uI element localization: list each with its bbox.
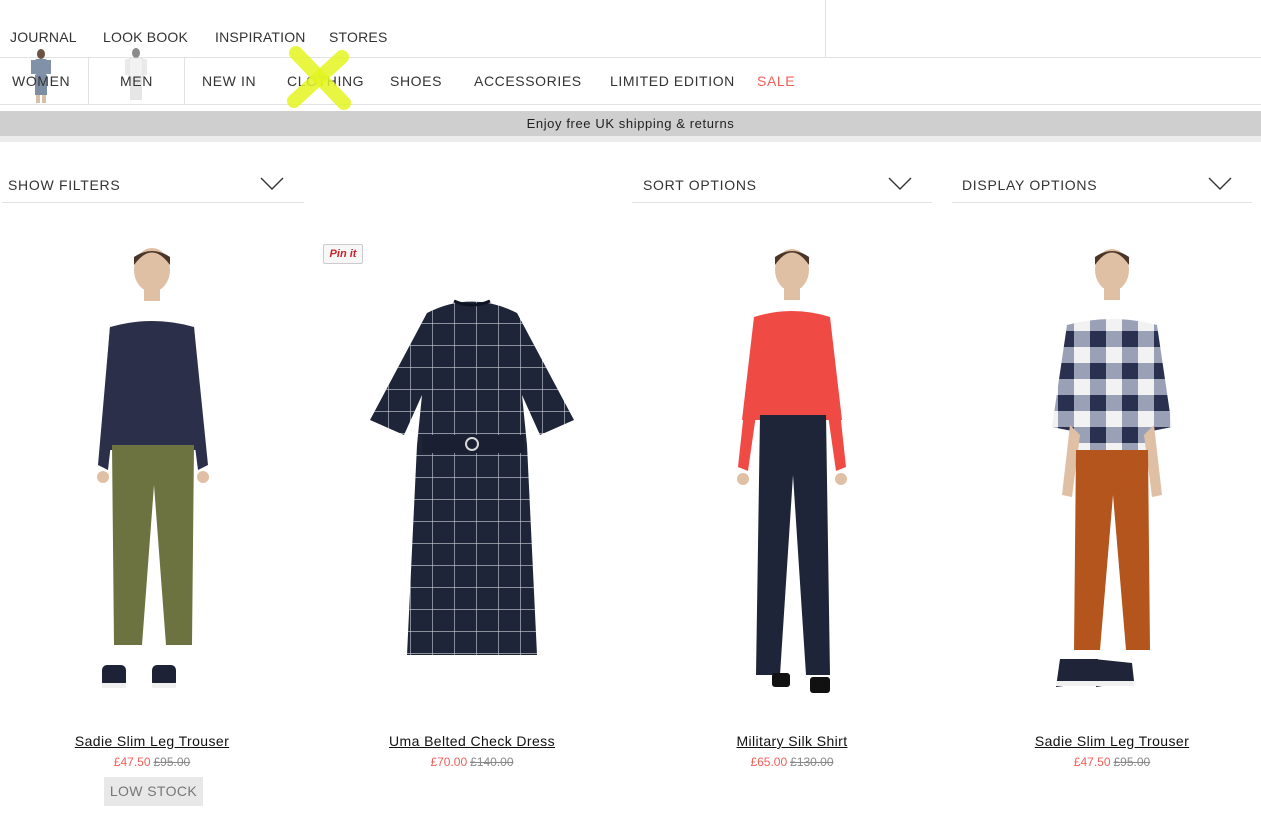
chevron-down-icon (1208, 177, 1232, 190)
original-price: £95.00 (153, 755, 191, 769)
product-image[interactable] (2, 235, 302, 715)
nav-new-in-link[interactable]: NEW IN (202, 73, 256, 89)
product-name-link[interactable]: Sadie Slim Leg Trouser (962, 733, 1261, 749)
nav-look-book-link[interactable]: LOOK BOOK (103, 29, 188, 45)
chevron-down-icon (260, 177, 284, 190)
product-price: £47.50 £95.00 (962, 755, 1261, 769)
product-price: £65.00 £130.00 (642, 755, 942, 769)
low-stock-badge: LOW STOCK (104, 777, 203, 806)
product-image[interactable] (642, 235, 942, 715)
nav-sale-link[interactable]: SALE (757, 73, 795, 89)
show-filters-dropdown[interactable]: SHOW FILTERS (2, 165, 304, 203)
main-category-nav: WOMEN MEN NEW IN CLOTHING SHOES ACCESSOR… (0, 48, 1261, 105)
sale-price: £65.00 (750, 755, 788, 769)
product-name-link[interactable]: Uma Belted Check Dress (322, 733, 622, 749)
nav-journal-link[interactable]: JOURNAL (10, 29, 77, 45)
sale-price: £47.50 (113, 755, 151, 769)
display-options-label: DISPLAY OPTIONS (962, 177, 1098, 193)
original-price: £140.00 (470, 755, 514, 769)
product-price: £47.50 £95.00 (2, 755, 302, 769)
nav-limited-edition-link[interactable]: LIMITED EDITION (610, 73, 735, 89)
highlight-x-mark (287, 46, 351, 110)
nav-divider (184, 58, 185, 105)
original-price: £130.00 (790, 755, 834, 769)
show-filters-label: SHOW FILTERS (8, 177, 121, 193)
top-nav-right-area (826, 0, 1261, 58)
promo-divider (0, 136, 1261, 142)
chevron-down-icon (888, 177, 912, 190)
nav-shoes-link[interactable]: SHOES (390, 73, 442, 89)
product-name-link[interactable]: Military Silk Shirt (642, 733, 942, 749)
sale-price: £70.00 (430, 755, 468, 769)
product-image[interactable] (962, 235, 1261, 715)
sort-options-label: SORT OPTIONS (643, 177, 757, 193)
promo-banner: Enjoy free UK shipping & returns (0, 111, 1261, 136)
sale-price: £47.50 (1073, 755, 1111, 769)
nav-divider (88, 58, 89, 105)
product-name-link[interactable]: Sadie Slim Leg Trouser (2, 733, 302, 749)
nav-women-link[interactable]: WOMEN (12, 73, 70, 89)
display-options-dropdown[interactable]: DISPLAY OPTIONS (952, 165, 1252, 203)
nav-accessories-link[interactable]: ACCESSORIES (474, 73, 582, 89)
product-image[interactable] (322, 235, 622, 715)
nav-men-link[interactable]: MEN (120, 73, 153, 89)
sort-options-dropdown[interactable]: SORT OPTIONS (632, 165, 932, 203)
original-price: £95.00 (1113, 755, 1151, 769)
product-price: £70.00 £140.00 (322, 755, 622, 769)
